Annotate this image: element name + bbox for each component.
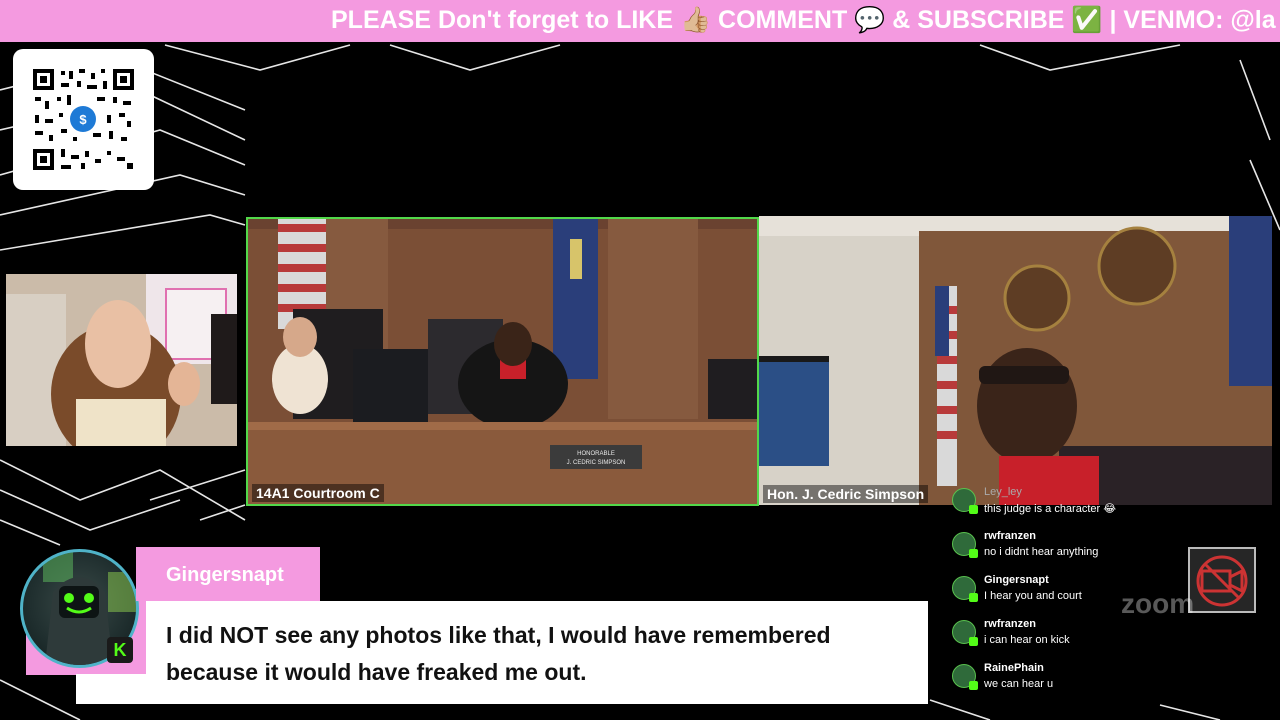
qr-code: $ xyxy=(13,49,154,190)
video-panel-courtroom[interactable]: HONORABLE J. CEDRIC SIMPSON 14A1 Courtro… xyxy=(246,217,759,506)
chat-text: I hear you and court xyxy=(984,590,1082,602)
highlight-username-tag: Gingersnapt xyxy=(136,547,320,601)
chat-username: Gingersnapt xyxy=(984,574,1049,586)
chat-avatar-icon xyxy=(952,620,978,646)
chat-message: Gingersnapt I hear you and court xyxy=(952,574,1252,614)
kick-icon: K xyxy=(107,637,133,663)
ticker-banner: PLEASE Don't forget to LIKE 👍🏼 COMMENT 💬… xyxy=(0,0,1280,42)
panel-label-courtroom: 14A1 Courtroom C xyxy=(252,484,384,502)
highlight-message: I did NOT see any photos like that, I wo… xyxy=(166,622,831,685)
highlight-username: Gingersnapt xyxy=(166,564,284,586)
chat-message: RainePhain we can hear u xyxy=(952,662,1252,702)
chat-text: we can hear u xyxy=(984,678,1054,690)
chat-avatar-icon xyxy=(952,488,978,514)
chat-message: rwfranzen no i didnt hear anything xyxy=(952,530,1252,570)
svg-text:J. CEDRIC SIMPSON: J. CEDRIC SIMPSON xyxy=(567,460,626,466)
highlight-message-ext xyxy=(76,674,146,704)
panel-label-judge: Hon. J. Cedric Simpson xyxy=(763,485,929,503)
chat-message: Ley_ley this judge is a character 😂 xyxy=(952,486,1252,526)
streamer-webcam xyxy=(6,274,237,446)
qr-code-icon: $ xyxy=(31,67,136,172)
ticker-text: PLEASE Don't forget to LIKE 👍🏼 COMMENT 💬… xyxy=(331,6,1276,34)
chat-overlay: Ley_ley this judge is a character 😂 rwfr… xyxy=(944,482,1264,704)
svg-text:HONORABLE: HONORABLE xyxy=(577,451,615,457)
chat-avatar-icon xyxy=(952,576,978,602)
chat-text: this judge is a character 😂 xyxy=(984,503,1117,515)
highlight-message-box: I did NOT see any photos like that, I wo… xyxy=(146,601,928,704)
chat-message: rwfranzen i can hear on kick xyxy=(952,618,1252,658)
video-panel-judge[interactable]: Hon. J. Cedric Simpson xyxy=(759,216,1272,505)
chat-avatar-icon xyxy=(952,664,978,690)
chat-username: Ley_ley xyxy=(984,486,1022,498)
chat-text: i can hear on kick xyxy=(984,634,1070,646)
chat-text: no i didnt hear anything xyxy=(984,546,1099,558)
chat-username: rwfranzen xyxy=(984,530,1036,542)
chat-avatar-icon xyxy=(952,532,978,558)
chat-username: rwfranzen xyxy=(984,618,1036,630)
chat-username: RainePhain xyxy=(984,662,1044,674)
svg-text:$: $ xyxy=(79,112,87,127)
